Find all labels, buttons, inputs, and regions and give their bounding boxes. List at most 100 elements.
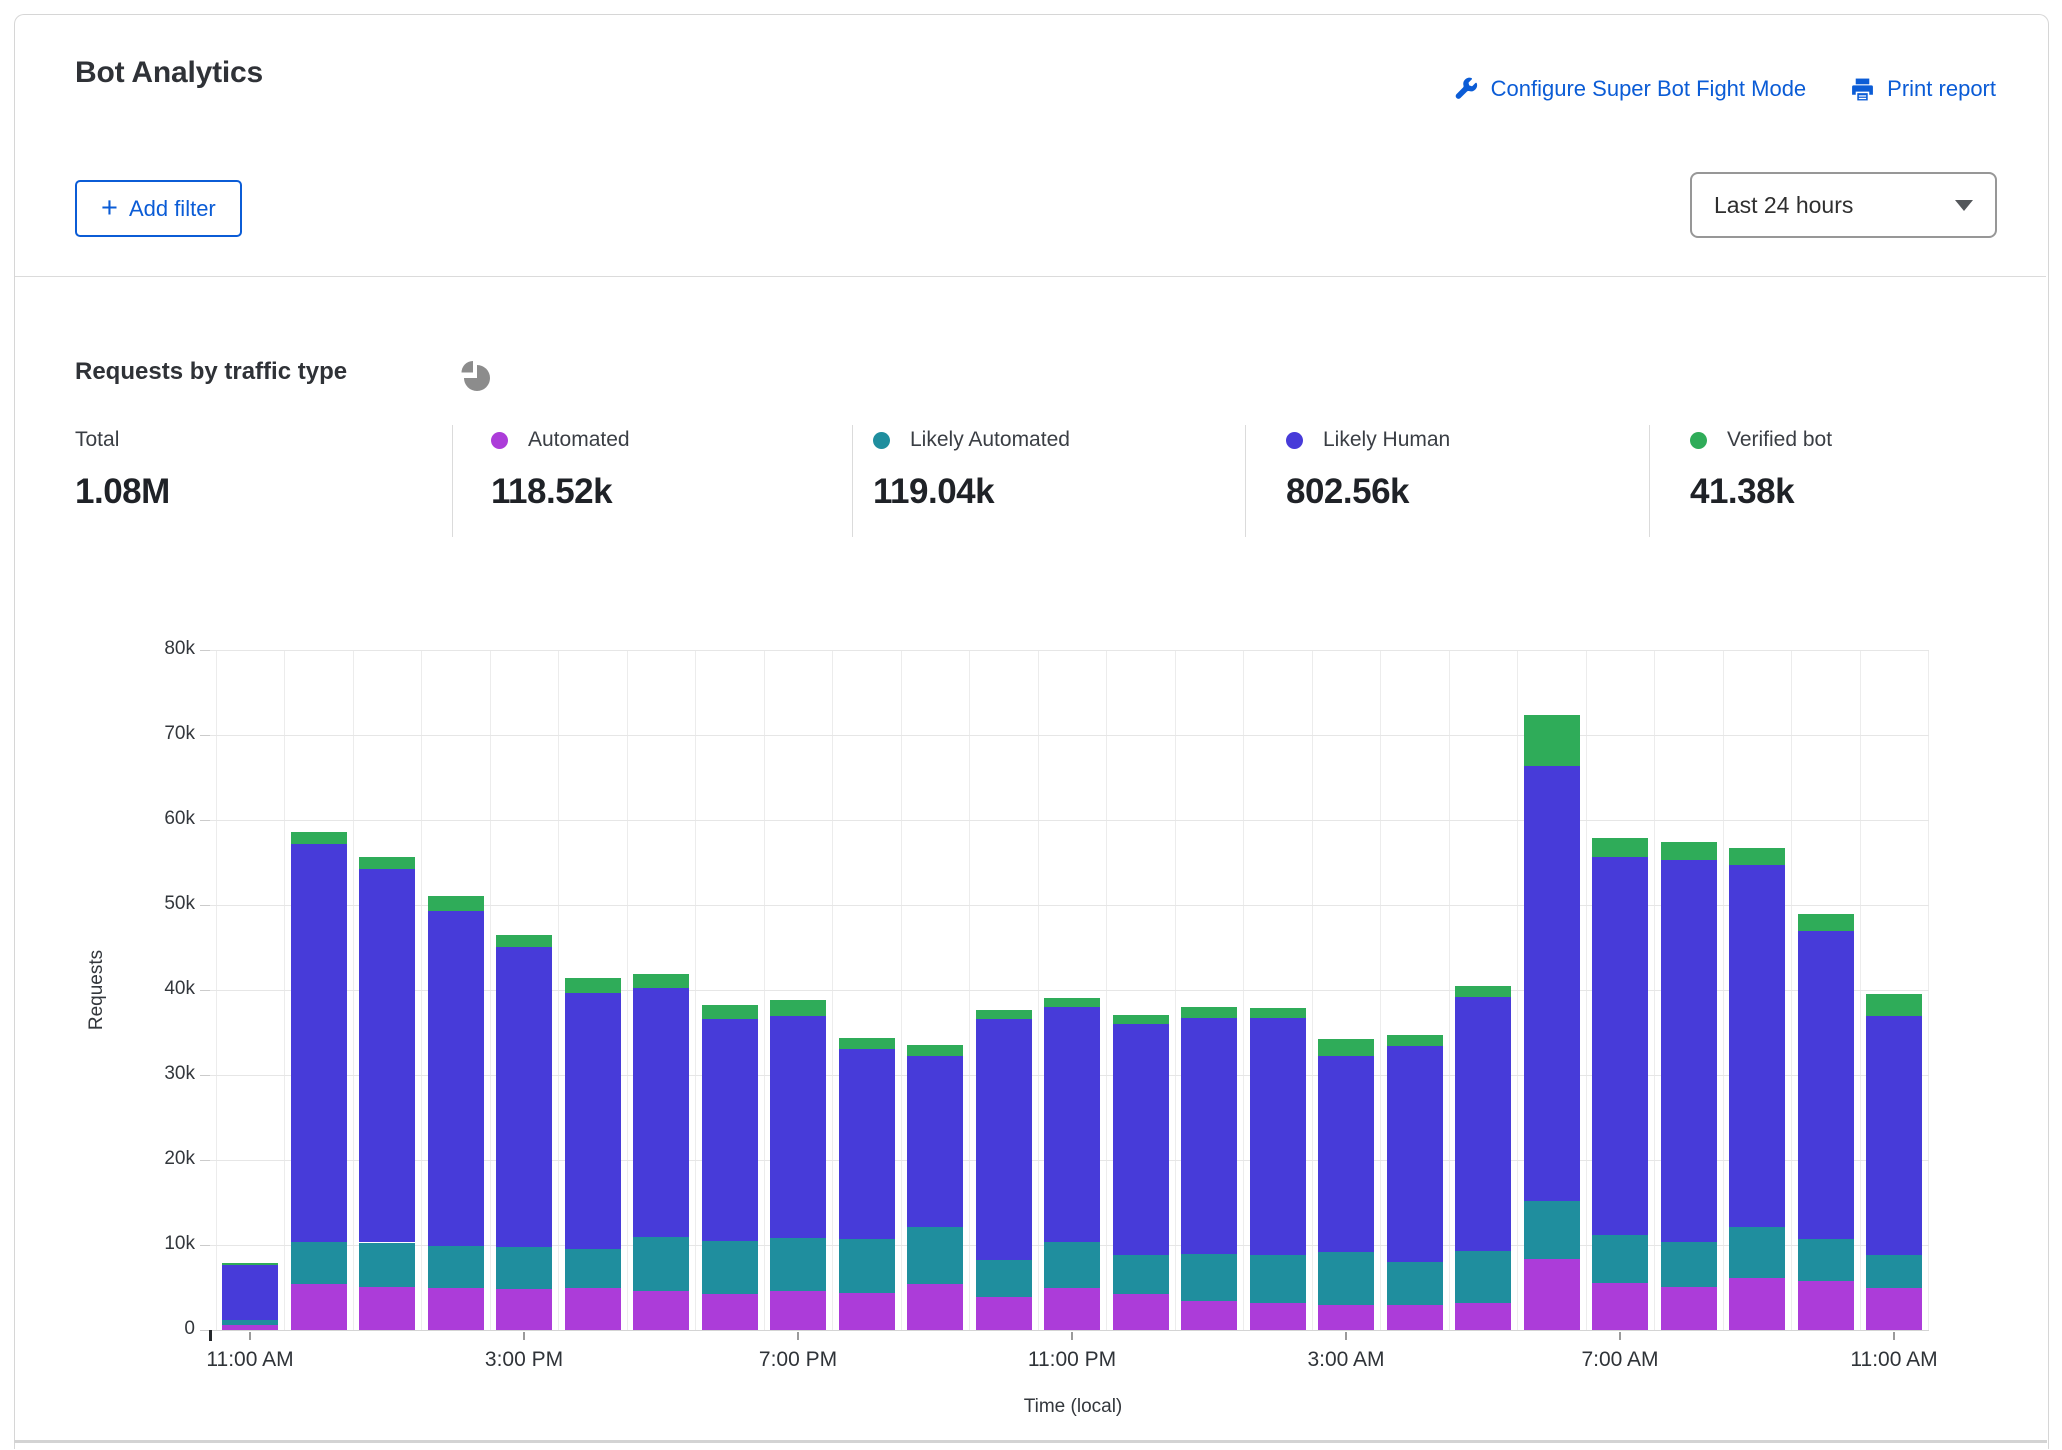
bar-segment-likely-automated[interactable] xyxy=(1044,1242,1100,1289)
bar-segment-automated[interactable] xyxy=(1455,1303,1511,1330)
bar-segment-verified-bot[interactable] xyxy=(907,1045,963,1055)
bar-segment-likely-automated[interactable] xyxy=(1250,1255,1306,1303)
bar-8:00-am-21[interactable] xyxy=(1661,650,1717,1330)
bar-segment-likely-automated[interactable] xyxy=(839,1239,895,1293)
bar-11:00-am-24[interactable] xyxy=(1866,650,1922,1330)
bar-segment-likely-human[interactable] xyxy=(839,1049,895,1239)
bar-segment-verified-bot[interactable] xyxy=(976,1010,1032,1019)
bar-7:00-am-20[interactable] xyxy=(1592,650,1648,1330)
bar-segment-likely-automated[interactable] xyxy=(565,1249,621,1288)
bar-segment-likely-automated[interactable] xyxy=(1524,1201,1580,1260)
bar-4:00-am-17[interactable] xyxy=(1387,650,1443,1330)
bar-segment-automated[interactable] xyxy=(633,1291,689,1330)
bar-segment-likely-automated[interactable] xyxy=(1661,1242,1717,1287)
bar-segment-verified-bot[interactable] xyxy=(1661,842,1717,860)
bar-segment-verified-bot[interactable] xyxy=(1455,986,1511,997)
bar-11:00-am-0[interactable] xyxy=(222,650,278,1330)
bar-segment-verified-bot[interactable] xyxy=(291,832,347,844)
bar-segment-automated[interactable] xyxy=(1318,1305,1374,1331)
bar-1:00-pm-2[interactable] xyxy=(359,650,415,1330)
bar-12:00-am-13[interactable] xyxy=(1113,650,1169,1330)
bar-segment-verified-bot[interactable] xyxy=(496,935,552,947)
bar-segment-likely-automated[interactable] xyxy=(1866,1255,1922,1288)
bar-segment-likely-human[interactable] xyxy=(1318,1056,1374,1252)
bar-9:00-pm-10[interactable] xyxy=(907,650,963,1330)
bar-10:00-am-23[interactable] xyxy=(1798,650,1854,1330)
bar-segment-likely-automated[interactable] xyxy=(770,1238,826,1291)
bar-segment-likely-automated[interactable] xyxy=(1729,1227,1785,1278)
bar-segment-automated[interactable] xyxy=(1250,1303,1306,1330)
bar-segment-likely-automated[interactable] xyxy=(702,1241,758,1294)
bar-segment-likely-automated[interactable] xyxy=(1387,1262,1443,1305)
bar-segment-automated[interactable] xyxy=(1113,1294,1169,1330)
bar-10:00-pm-11[interactable] xyxy=(976,650,1032,1330)
bar-segment-likely-human[interactable] xyxy=(907,1055,963,1227)
bar-6:00-pm-7[interactable] xyxy=(702,650,758,1330)
bar-segment-automated[interactable] xyxy=(839,1293,895,1330)
bar-segment-likely-human[interactable] xyxy=(1592,857,1648,1235)
bar-segment-likely-automated[interactable] xyxy=(222,1320,278,1325)
bar-segment-automated[interactable] xyxy=(496,1289,552,1330)
bar-segment-verified-bot[interactable] xyxy=(565,978,621,993)
bar-segment-verified-bot[interactable] xyxy=(222,1263,278,1266)
bar-segment-likely-human[interactable] xyxy=(1181,1018,1237,1254)
bar-segment-likely-automated[interactable] xyxy=(1455,1251,1511,1303)
bar-segment-verified-bot[interactable] xyxy=(428,896,484,911)
bar-segment-verified-bot[interactable] xyxy=(1181,1007,1237,1018)
bar-segment-likely-human[interactable] xyxy=(1866,1016,1922,1255)
bar-segment-likely-human[interactable] xyxy=(770,1016,826,1239)
bar-segment-verified-bot[interactable] xyxy=(1113,1015,1169,1024)
bar-segment-likely-automated[interactable] xyxy=(428,1246,484,1288)
bar-segment-likely-automated[interactable] xyxy=(291,1242,347,1285)
bar-segment-automated[interactable] xyxy=(359,1287,415,1330)
bar-segment-verified-bot[interactable] xyxy=(1729,848,1785,865)
bar-segment-verified-bot[interactable] xyxy=(1524,715,1580,766)
bar-segment-verified-bot[interactable] xyxy=(770,1000,826,1015)
bar-segment-automated[interactable] xyxy=(1661,1287,1717,1330)
bar-segment-automated[interactable] xyxy=(1798,1281,1854,1330)
bar-segment-automated[interactable] xyxy=(907,1284,963,1330)
bar-segment-likely-human[interactable] xyxy=(1250,1018,1306,1255)
bar-3:00-pm-4[interactable] xyxy=(496,650,552,1330)
bar-segment-automated[interactable] xyxy=(291,1284,347,1330)
bar-2:00-am-15[interactable] xyxy=(1250,650,1306,1330)
bar-segment-verified-bot[interactable] xyxy=(359,857,415,870)
bar-segment-verified-bot[interactable] xyxy=(1318,1039,1374,1056)
bar-segment-likely-automated[interactable] xyxy=(496,1247,552,1290)
bar-segment-likely-human[interactable] xyxy=(1524,766,1580,1201)
bar-segment-likely-human[interactable] xyxy=(1729,865,1785,1227)
bar-segment-automated[interactable] xyxy=(976,1297,1032,1330)
bar-segment-likely-human[interactable] xyxy=(496,947,552,1247)
bar-segment-likely-human[interactable] xyxy=(428,911,484,1246)
bar-segment-automated[interactable] xyxy=(222,1325,278,1330)
bar-segment-automated[interactable] xyxy=(1524,1259,1580,1330)
bar-segment-likely-automated[interactable] xyxy=(1318,1252,1374,1305)
bar-segment-automated[interactable] xyxy=(428,1288,484,1331)
bar-segment-likely-automated[interactable] xyxy=(359,1243,415,1287)
bar-segment-likely-automated[interactable] xyxy=(633,1237,689,1291)
bar-segment-automated[interactable] xyxy=(770,1291,826,1330)
bar-segment-verified-bot[interactable] xyxy=(839,1038,895,1049)
bar-segment-automated[interactable] xyxy=(1866,1288,1922,1330)
bar-segment-likely-human[interactable] xyxy=(291,844,347,1242)
bar-segment-likely-human[interactable] xyxy=(1044,1007,1100,1242)
bar-6:00-am-19[interactable] xyxy=(1524,650,1580,1330)
bar-segment-likely-human[interactable] xyxy=(1113,1024,1169,1255)
bar-segment-likely-automated[interactable] xyxy=(1181,1254,1237,1301)
bar-segment-likely-human[interactable] xyxy=(1798,931,1854,1239)
bar-segment-automated[interactable] xyxy=(565,1288,621,1330)
print-report-link[interactable]: Print report xyxy=(1850,76,1996,102)
bar-segment-likely-automated[interactable] xyxy=(907,1227,963,1284)
bar-segment-automated[interactable] xyxy=(1044,1288,1100,1330)
bar-segment-likely-human[interactable] xyxy=(1661,860,1717,1242)
bar-segment-likely-automated[interactable] xyxy=(1113,1255,1169,1294)
bar-segment-likely-automated[interactable] xyxy=(1798,1239,1854,1281)
bar-2:00-pm-3[interactable] xyxy=(428,650,484,1330)
bar-segment-automated[interactable] xyxy=(1181,1301,1237,1330)
bar-segment-verified-bot[interactable] xyxy=(1044,998,1100,1007)
bar-segment-likely-human[interactable] xyxy=(633,988,689,1238)
bar-segment-likely-human[interactable] xyxy=(1387,1046,1443,1262)
bar-5:00-am-18[interactable] xyxy=(1455,650,1511,1330)
bar-segment-likely-human[interactable] xyxy=(1455,997,1511,1251)
bar-segment-verified-bot[interactable] xyxy=(702,1005,758,1019)
